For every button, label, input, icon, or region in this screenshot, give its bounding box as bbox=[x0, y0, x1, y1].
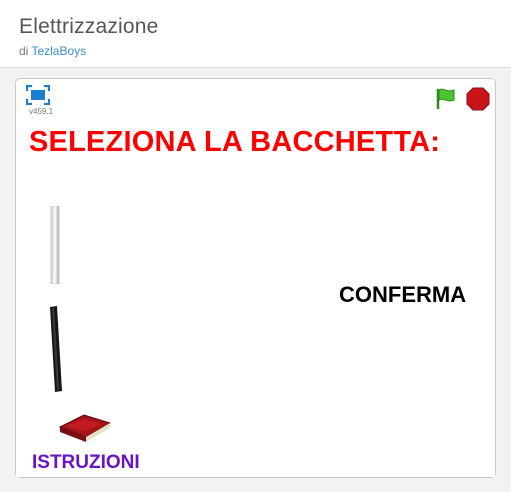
player-version: v459.1 bbox=[29, 107, 54, 116]
player-controls: v459.1 bbox=[16, 79, 495, 119]
stage-heading: SELEZIONA LA BACCHETTA: bbox=[29, 126, 441, 158]
project-header: Elettrizzazione di TezlaBoys bbox=[0, 0, 511, 68]
project-title: Elettrizzazione bbox=[19, 15, 159, 38]
fullscreen-icon[interactable] bbox=[26, 85, 50, 105]
instructions-button[interactable]: ISTRUZIONI bbox=[32, 452, 140, 474]
white-wand-sprite[interactable] bbox=[48, 206, 62, 284]
project-byline: di TezlaBoys bbox=[19, 44, 86, 58]
confirm-button[interactable]: CONFERMA bbox=[339, 282, 466, 308]
project-page: Elettrizzazione di TezlaBoys v459.1 SELE… bbox=[0, 0, 511, 492]
black-wand-sprite[interactable] bbox=[46, 306, 66, 392]
stage: SELEZIONA LA BACCHETTA: CONFERMA ISTRUZI… bbox=[16, 118, 495, 477]
stop-icon[interactable] bbox=[466, 87, 490, 111]
byline-prefix: di bbox=[19, 44, 29, 58]
green-flag-icon[interactable] bbox=[434, 87, 458, 111]
author-link[interactable]: TezlaBoys bbox=[31, 44, 86, 58]
project-player: v459.1 SELEZIONA LA BACCHETTA: CONFERMA … bbox=[15, 78, 496, 478]
book-icon[interactable] bbox=[58, 410, 112, 444]
